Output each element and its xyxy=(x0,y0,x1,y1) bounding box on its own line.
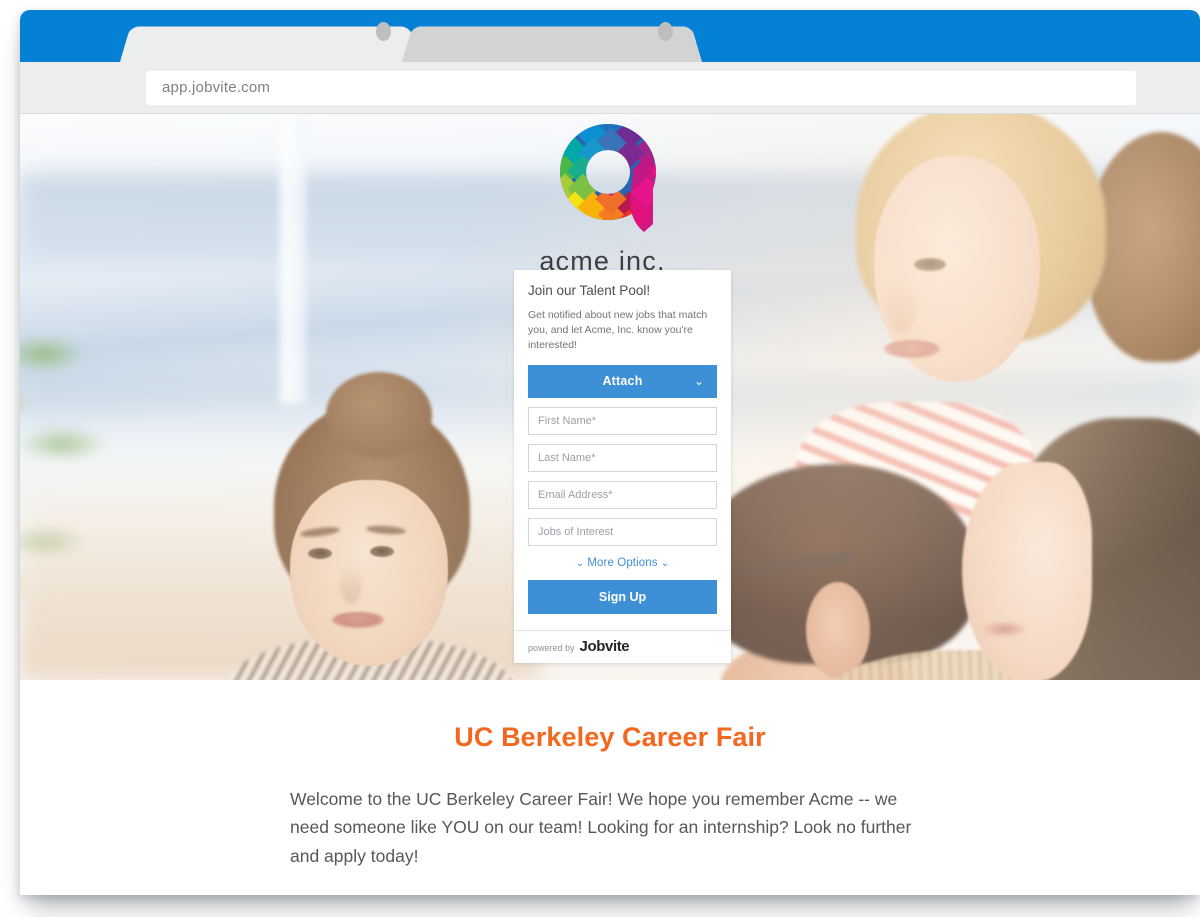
card-footer: powered by Jobvite xyxy=(514,629,731,663)
browser-window: app.jobvite.com acme inc._ Join our Tale… xyxy=(20,10,1200,895)
talent-pool-signup-card: Join our Talent Pool! Get notified about… xyxy=(514,270,731,663)
person-woman-with-bun xyxy=(216,372,516,680)
jobvite-wordmark: Jobvite xyxy=(579,637,630,655)
list-item: • Social Media Marketing Intern xyxy=(290,894,930,895)
more-options-toggle[interactable]: ⌄ More Options ⌄ xyxy=(528,557,717,569)
card-subtitle: Get notified about new jobs that match y… xyxy=(528,309,708,351)
more-options-label: More Options xyxy=(587,556,658,569)
email-field[interactable]: Email Address* xyxy=(528,480,717,509)
hero-banner: acme inc._ Join our Talent Pool! Get not… xyxy=(20,114,1200,680)
acme-rainbow-a-logo-icon xyxy=(560,124,656,232)
attach-button-label: Attach xyxy=(602,374,643,389)
brand-logo-block: acme inc._ xyxy=(20,120,1200,277)
browser-toolbar: app.jobvite.com xyxy=(20,62,1200,114)
tab-favicon-placeholder-icon xyxy=(376,22,391,41)
last-name-field[interactable]: Last Name* xyxy=(528,443,717,472)
address-bar-input[interactable]: app.jobvite.com xyxy=(146,70,1136,105)
sign-up-button[interactable]: Sign Up xyxy=(528,579,717,614)
chevron-down-icon-left: ⌄ xyxy=(575,557,585,569)
browser-titlebar xyxy=(20,10,1200,62)
person-woman-profile xyxy=(816,418,1200,680)
jobs-of-interest-field[interactable]: Jobs of Interest xyxy=(528,517,717,546)
first-name-field[interactable]: First Name* xyxy=(528,406,717,435)
page-content: UC Berkeley Career Fair Welcome to the U… xyxy=(20,680,1200,895)
signup-form: Join our Talent Pool! Get notified about… xyxy=(514,270,731,630)
job-list: • Social Media Marketing Intern xyxy=(290,894,930,895)
page-title: UC Berkeley Career Fair xyxy=(454,722,766,752)
tab-favicon-placeholder-icon-2 xyxy=(658,22,673,41)
browser-tab-active[interactable] xyxy=(402,26,702,62)
intro-paragraph: Welcome to the UC Berkeley Career Fair! … xyxy=(290,789,912,866)
chevron-down-icon: ⌄ xyxy=(693,373,704,388)
attach-resume-button[interactable]: Attach ⌄ xyxy=(528,364,717,398)
job-link-social-media-marketing-intern[interactable]: Social Media Marketing Intern xyxy=(330,894,562,895)
powered-by-label: powered by xyxy=(528,642,575,653)
card-title: Join our Talent Pool! xyxy=(528,283,651,298)
browser-tab-inactive[interactable] xyxy=(120,26,420,62)
chevron-down-icon-right: ⌄ xyxy=(660,557,670,569)
